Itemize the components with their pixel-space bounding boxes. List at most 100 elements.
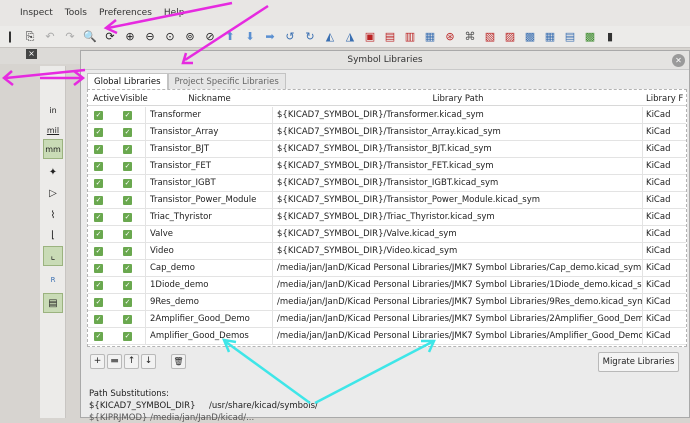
format-cell[interactable]: KiCad [643,277,686,293]
path-cell[interactable]: ${KICAD7_SYMBOL_DIR}/Transistor_Power_Mo… [273,192,643,208]
path-cell[interactable]: /media/jan/JanD/Kicad Personal Libraries… [273,277,643,293]
nickname-cell[interactable]: Cap_demo [146,260,273,276]
menu-inspect[interactable]: Inspect [20,8,53,18]
nickname-cell[interactable]: 2Amplifier_Good_Demo [146,311,273,327]
path-cell[interactable]: ${KICAD7_SYMBOL_DIR}/Transistor_Array.ki… [273,124,643,140]
visible-checkbox[interactable]: ✓ [123,179,132,188]
path-cell[interactable]: ${KICAD7_SYMBOL_DIR}/Valve.kicad_sym [273,226,643,242]
visible-checkbox[interactable]: ✓ [123,111,132,120]
format-cell[interactable]: KiCad [643,226,686,242]
table-row[interactable]: ✓ ✓ 2Amplifier_Good_Demo/media/jan/JanD/Ki… [88,311,686,328]
table-row[interactable]: ✓ ✓ 1Diode_demo/media/jan/JanD/Kicad Perso… [88,277,686,294]
unit-mm-button[interactable]: mm [43,139,63,159]
nickname-cell[interactable]: Valve [146,226,273,242]
active-checkbox[interactable]: ✓ [94,179,103,188]
table-row[interactable]: ✓ ✓ Transistor_IGBT ${KICAD7_SYMBOL_DIR}/Tr… [88,175,686,192]
active-checkbox[interactable]: ✓ [94,332,103,341]
format-cell[interactable]: KiCad [643,209,686,225]
move-down-button[interactable]: ↓ [141,354,156,369]
panel-icon[interactable]: ▤ [43,293,63,313]
table-row[interactable]: ✓ ✓ Triac_Thyristor ${KICAD7_SYMBOL_DIR}/Tr… [88,209,686,226]
zoom-object-icon[interactable]: ⊘ [202,28,219,45]
sim-icon[interactable]: ▷ [43,183,63,203]
path-cell[interactable]: ${KICAD7_SYMBOL_DIR}/Triac_Thyristor.kic… [273,209,643,225]
redo-icon[interactable]: ↷ [62,28,79,45]
copy-icon[interactable]: ⎘ [22,28,39,45]
move-up-button[interactable]: ↑ [124,354,139,369]
format-cell[interactable]: KiCad [643,175,686,191]
unit-mil-button[interactable]: mil [43,120,63,140]
table-row[interactable]: ✓ ✓ Transformer ${KICAD7_SYMBOL_DIR}/Transf… [88,107,686,124]
table-row[interactable]: ✓ ✓ Transistor_BJT ${KICAD7_SYMBOL_DIR}/Tra… [88,141,686,158]
visible-checkbox[interactable]: ✓ [123,145,132,154]
arrow-down-icon[interactable]: ⬇ [242,28,259,45]
active-checkbox[interactable]: ✓ [94,145,103,154]
active-checkbox[interactable]: ✓ [94,315,103,324]
path-cell[interactable]: /media/jan/JanD/Kicad Personal Libraries… [273,260,643,276]
format-cell[interactable]: KiCad [643,107,686,123]
nickname-cell[interactable]: Transistor_IGBT [146,175,273,191]
nickname-cell[interactable]: Transistor_FET [146,158,273,174]
nickname-cell[interactable]: Video [146,243,273,259]
path-cell[interactable]: ${KICAD7_SYMBOL_DIR}/Transistor_IGBT.kic… [273,175,643,191]
footprint-icon[interactable]: ▨ [502,28,519,45]
visible-checkbox[interactable]: ✓ [123,281,132,290]
library-table-icon[interactable]: ▥ [402,28,419,45]
active-checkbox[interactable]: ✓ [94,281,103,290]
rotate-icon[interactable]: ↺ [282,28,299,45]
zoom-fit-icon[interactable]: ⊙ [162,28,179,45]
python-icon[interactable]: ▮ [602,28,619,45]
table-row[interactable]: ✓ ✓ Transistor_FET ${KICAD7_SYMBOL_DIR}/Tra… [88,158,686,175]
symbol-icon[interactable]: ▣ [362,28,379,45]
visible-checkbox[interactable]: ✓ [123,247,132,256]
visible-checkbox[interactable]: ✓ [123,332,132,341]
folder-icon[interactable]: ▬ [107,354,122,369]
nickname-cell[interactable]: Triac_Thyristor [146,209,273,225]
active-checkbox[interactable]: ✓ [94,196,103,205]
graph-icon[interactable]: ⌇ [43,205,63,225]
cursor-icon[interactable]: ✦ [43,162,63,182]
visible-checkbox[interactable]: ✓ [123,128,132,137]
active-checkbox[interactable]: ✓ [94,264,103,273]
bom-table-icon[interactable]: ▦ [542,28,559,45]
table-row[interactable]: ✓ ✓ Cap_demo/media/jan/JanD/Kicad Personal… [88,260,686,277]
active-checkbox[interactable]: ✓ [94,298,103,307]
col-active[interactable]: Active [88,92,119,105]
path-cell[interactable]: ${KICAD7_SYMBOL_DIR}/Transistor_FET.kica… [273,158,643,174]
table-row[interactable]: ✓ ✓ Transistor_Power_Module ${KICAD7_SYMBOL… [88,192,686,209]
table-row[interactable]: ✓ ✓ Valve ${KICAD7_SYMBOL_DIR}/Valve.kicad_… [88,226,686,243]
tab-project-libraries[interactable]: Project Specific Libraries [167,73,286,90]
netlist-icon[interactable]: ⌘ [462,28,479,45]
format-cell[interactable]: KiCad [643,141,686,157]
format-cell[interactable]: KiCad [643,243,686,259]
visible-checkbox[interactable]: ✓ [123,196,132,205]
col-visible[interactable]: Visible [118,92,148,105]
mirror-icon[interactable]: ◭ [322,28,339,45]
erc-icon[interactable]: ⊛ [442,28,459,45]
visible-checkbox[interactable]: ✓ [123,230,132,239]
close-icon[interactable]: × [26,49,37,59]
col-nickname[interactable]: Nickname [146,92,273,105]
table-row[interactable]: ✓ ✓ 9Res_demo/media/jan/JanD/Kicad Persona… [88,294,686,311]
menu-preferences[interactable]: Preferences [99,8,152,18]
nickname-cell[interactable]: 9Res_demo [146,294,273,310]
zoom-in-icon[interactable]: ⊕ [122,28,139,45]
active-checkbox[interactable]: ✓ [94,162,103,171]
path-cell[interactable]: /media/jan/JanD/Kicad Personal Libraries… [273,294,643,310]
nickname-cell[interactable]: Transistor_Array [146,124,273,140]
rotate-cw-icon[interactable]: ↻ [302,28,319,45]
arrow-right-icon[interactable]: ➡ [262,28,279,45]
nickname-cell[interactable]: Transistor_Power_Module [146,192,273,208]
active-checkbox[interactable]: ✓ [94,128,103,137]
format-cell[interactable]: KiCad [643,158,686,174]
flip-icon[interactable]: ◮ [342,28,359,45]
path-cell[interactable]: ${KICAD7_SYMBOL_DIR}/Video.kicad_sym [273,243,643,259]
path-cell[interactable]: ${KICAD7_SYMBOL_DIR}/Transformer.kicad_s… [273,107,643,123]
visible-checkbox[interactable]: ✓ [123,162,132,171]
delete-button[interactable]: 🗑 [171,354,186,369]
format-cell[interactable]: KiCad [643,311,686,327]
migrate-libraries-button[interactable]: Migrate Libraries [598,352,679,372]
zoom-out-icon[interactable]: ⊖ [142,28,159,45]
nickname-cell[interactable]: Amplifier_Good_Demos [146,328,273,344]
pcb-icon[interactable]: ▩ [522,28,539,45]
